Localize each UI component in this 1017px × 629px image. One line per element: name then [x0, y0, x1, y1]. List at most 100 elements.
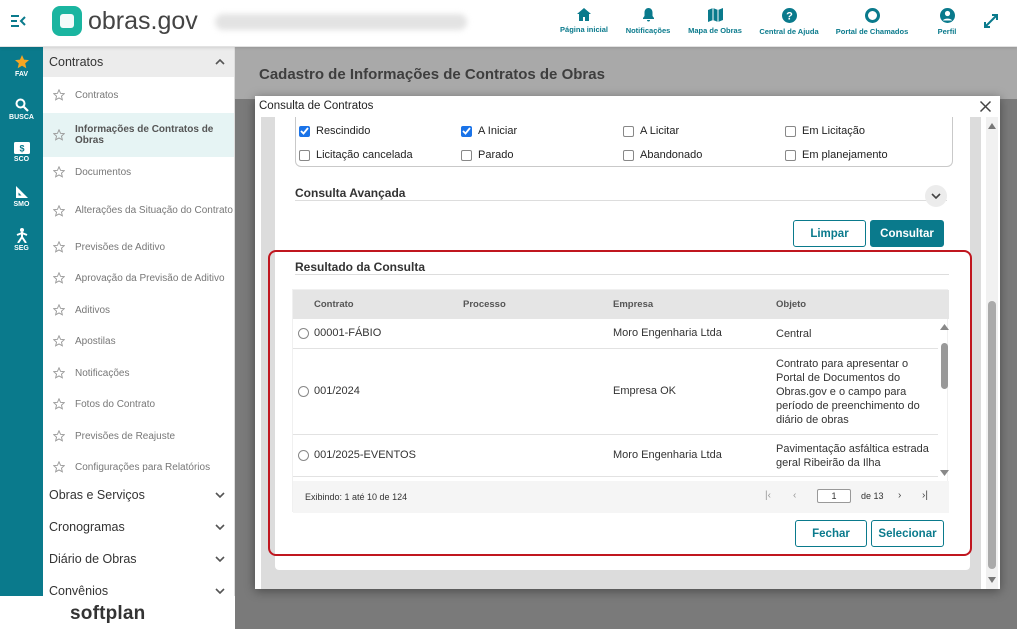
status-checkbox[interactable]: Rescindido — [299, 125, 370, 137]
row-radio[interactable] — [298, 386, 309, 397]
table-header: Contrato Processo Empresa Objeto — [293, 290, 949, 319]
page-count: de 13 — [861, 491, 884, 501]
star-outline-icon[interactable] — [53, 398, 67, 410]
sidebar-section-diario[interactable]: Diário de Obras — [43, 544, 234, 574]
table-row[interactable]: 001/2025-EVENTOS Moro Engenharia Ltda Pavi… — [293, 435, 938, 477]
rail-seg[interactable]: SEG — [0, 228, 43, 252]
objeto-line: Pavimentação asfáltica estrada — [776, 443, 929, 455]
table-row[interactable]: 001/2024 Empresa OK Contrato para apresent… — [293, 349, 938, 435]
sidebar-section-cronogramas[interactable]: Cronogramas — [43, 512, 234, 542]
table-scroll-thumb[interactable] — [941, 343, 948, 389]
sidebar-section-obras[interactable]: Obras e Serviços — [43, 480, 234, 510]
star-outline-icon[interactable] — [53, 204, 67, 217]
star-outline-icon[interactable] — [53, 272, 67, 284]
nav-profile[interactable]: Perfil — [902, 8, 992, 36]
status-checkbox[interactable]: A Iniciar — [461, 125, 517, 137]
first-page-icon[interactable]: |‹ — [765, 490, 771, 501]
objeto-line: geral Ribeirão da Ilha — [776, 457, 881, 469]
person-icon — [16, 228, 27, 243]
search-button[interactable]: Consultar — [870, 220, 944, 247]
modal-body: Rescindido A Iniciar A Licitar Em Licitação… — [261, 117, 981, 589]
star-outline-icon[interactable] — [53, 89, 67, 101]
sidebar-item[interactable]: Previsões de Aditivo — [43, 232, 234, 262]
checkbox-box[interactable] — [623, 125, 634, 137]
checkbox-label: A Iniciar — [478, 125, 518, 137]
sidebar-item[interactable]: Previsões de Reajuste — [43, 421, 234, 451]
close-button[interactable]: Fechar — [795, 520, 867, 547]
status-checkbox[interactable]: Em planejamento — [785, 149, 888, 161]
nav-profile-label: Perfil — [937, 27, 957, 36]
star-outline-icon[interactable] — [53, 367, 67, 379]
select-button[interactable]: Selecionar — [871, 520, 944, 547]
status-checkbox[interactable]: Abandonado — [623, 149, 702, 161]
sidebar-item[interactable]: Contratos — [43, 80, 234, 110]
rail-sco-label: SCO — [13, 156, 30, 163]
close-icon[interactable] — [979, 100, 992, 113]
checkbox-box[interactable] — [299, 149, 310, 161]
sidebar-item[interactable]: Informações de Contratos de Obras — [43, 113, 234, 157]
sidebar-item[interactable]: Fotos do Contrato — [43, 389, 234, 419]
sidebar-item[interactable]: Aprovação da Previsão de Aditivo — [43, 263, 234, 293]
column-header-empresa[interactable]: Empresa — [613, 299, 653, 310]
row-radio[interactable] — [298, 328, 309, 339]
checkbox-box[interactable] — [785, 125, 796, 137]
chevron-down-icon — [215, 524, 225, 530]
chevron-down-icon[interactable] — [925, 185, 947, 207]
sidebar-item[interactable]: Notificações — [43, 358, 234, 388]
sidebar-item-label: Previsões de Aditivo — [75, 241, 166, 253]
table-row[interactable]: 00001-FÁBIO Moro Engenharia Ltda Central — [293, 319, 938, 349]
sidebar-item[interactable]: Alterações da Situação do Contrato — [43, 189, 234, 232]
nav-help[interactable]: ? Central de Ajuda — [744, 8, 834, 36]
sidebar-item[interactable]: Documentos — [43, 157, 234, 187]
objeto-line: Portal de Documentos do — [776, 372, 901, 384]
column-header-processo[interactable]: Processo — [463, 299, 506, 310]
checkbox-label: Parado — [478, 149, 514, 161]
status-checkbox[interactable]: Em Licitação — [785, 125, 865, 137]
star-outline-icon[interactable] — [53, 335, 67, 347]
checkbox-box[interactable] — [461, 125, 472, 137]
search-card: Rescindido A Iniciar A Licitar Em Licitação… — [268, 117, 972, 570]
table-footer: Exibindo: 1 até 10 de 124 |‹ ‹ 1 de 13 ›… — [293, 481, 949, 513]
checkbox-box[interactable] — [785, 149, 796, 161]
advanced-search-title[interactable]: Consulta Avançada — [295, 186, 405, 200]
star-outline-icon[interactable] — [53, 304, 67, 316]
rail-smo[interactable]: SMO — [0, 185, 43, 208]
status-checkbox[interactable]: A Licitar — [623, 125, 679, 137]
rail-search[interactable]: BUSCA — [0, 98, 43, 121]
star-outline-icon[interactable] — [53, 129, 67, 141]
star-outline-icon[interactable] — [53, 166, 67, 178]
sidebar-item-label: Aprovação da Previsão de Aditivo — [75, 272, 225, 284]
checkbox-box[interactable] — [623, 149, 634, 161]
results-table: Contrato Processo Empresa Objeto 00001-F… — [292, 289, 949, 513]
status-checkbox[interactable]: Parado — [461, 149, 513, 161]
rail-sco[interactable]: $ SCO — [0, 142, 43, 163]
sidebar-section-convenios[interactable]: Convênios — [43, 576, 234, 596]
next-page-icon[interactable]: › — [898, 490, 901, 501]
checkbox-box[interactable] — [461, 149, 472, 161]
expand-icon[interactable] — [983, 13, 999, 29]
row-radio[interactable] — [298, 450, 309, 461]
sidebar-section-contratos[interactable]: Contratos — [43, 47, 234, 77]
last-page-icon[interactable]: ›| — [922, 490, 928, 501]
previous-page-icon[interactable]: ‹ — [793, 490, 796, 501]
sidebar-item-label: Apostilas — [75, 335, 116, 347]
column-header-objeto[interactable]: Objeto — [776, 299, 806, 310]
modal-scroll-thumb[interactable] — [988, 301, 996, 569]
star-outline-icon[interactable] — [53, 241, 67, 253]
status-checkbox[interactable]: Licitação cancelada — [299, 149, 413, 161]
star-outline-icon[interactable] — [53, 461, 67, 473]
sidebar-item-label: Aditivos — [75, 304, 111, 316]
checkbox-box[interactable] — [299, 125, 310, 137]
sidebar-item[interactable]: Configurações para Relatórios — [43, 452, 234, 482]
sidebar-item[interactable]: Aditivos — [43, 295, 234, 325]
clear-button[interactable]: Limpar — [793, 220, 866, 247]
sidebar-item[interactable]: Apostilas — [43, 326, 234, 356]
star-outline-icon[interactable] — [53, 430, 67, 442]
section-label: Obras e Serviços — [49, 488, 145, 502]
cell-contrato: 001/2025-EVENTOS — [314, 449, 416, 461]
ruler-icon — [15, 186, 28, 198]
column-header-contrato[interactable]: Contrato — [314, 299, 354, 310]
rail-fav[interactable]: FAV — [0, 55, 43, 78]
page-input[interactable]: 1 — [817, 489, 851, 503]
menu-toggle-icon[interactable] — [10, 14, 26, 28]
